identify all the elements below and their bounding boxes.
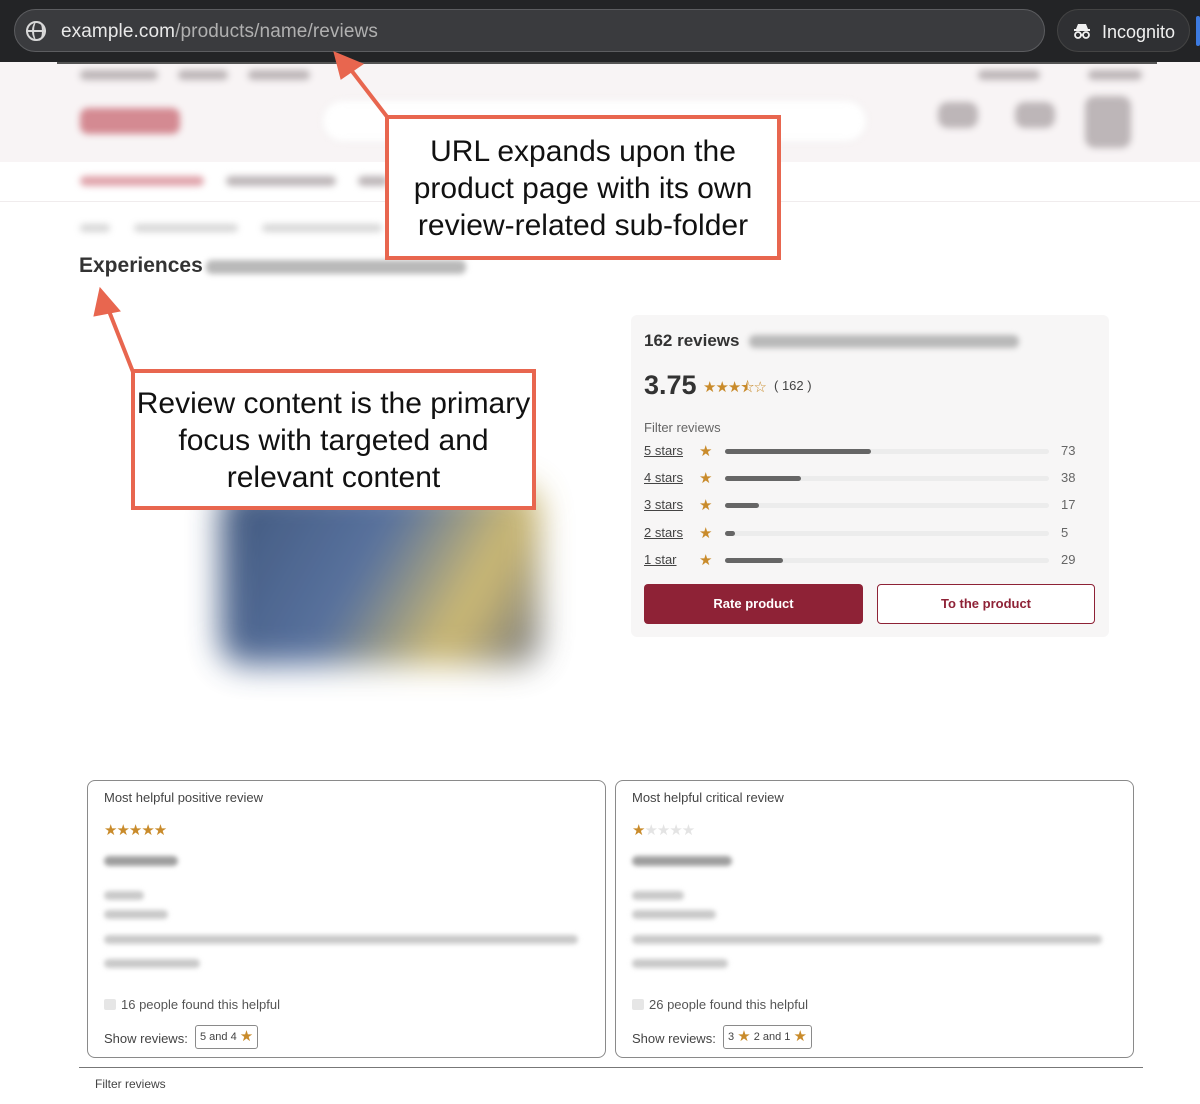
nav-item[interactable] [358, 176, 388, 186]
blurred-product-name [206, 260, 466, 274]
star-icon: ★ [699, 552, 713, 569]
rating-bar [725, 476, 1049, 481]
reviews-heading: 162 reviews [644, 331, 740, 350]
show-reviews-chip[interactable]: 3 ★ 2 and 1 ★ [723, 1025, 812, 1049]
url-annotation: URL expands upon the product page with i… [385, 115, 781, 260]
critical-review-title: Most helpful critical review [632, 790, 784, 805]
incognito-icon [1074, 24, 1090, 39]
rating-filter-row[interactable]: 2 stars ★ 5 [644, 524, 1096, 544]
breadcrumb-item[interactable] [80, 224, 110, 232]
blurred-reviewer [104, 891, 144, 900]
star-icon: ★ [239, 1028, 254, 1045]
url-text[interactable]: example.com/products/name/reviews [61, 21, 378, 43]
header-top-rule [57, 62, 1157, 64]
breadcrumb-item[interactable] [262, 224, 382, 232]
star-icon: ★ [737, 1028, 751, 1045]
review-count: ( 162 ) [774, 378, 812, 393]
rating-filter-row[interactable]: 3 stars ★ 17 [644, 496, 1096, 516]
browser-toolbar: example.com/products/name/reviews Incogn… [0, 0, 1200, 62]
rating-count: 73 [1061, 443, 1076, 458]
star-icon: ★ [699, 497, 713, 514]
blurred-top-link[interactable] [978, 70, 1040, 80]
blurred-show-more [104, 959, 200, 968]
blurred-review-headline [632, 856, 732, 866]
blurred-show-more [632, 959, 728, 968]
site-logo[interactable] [80, 108, 180, 134]
blurred-review-headline [104, 856, 178, 866]
content-annotation: Review content is the primary focus with… [131, 369, 536, 510]
blurred-top-link[interactable] [1088, 70, 1142, 80]
positive-review-card: Most helpful positive review ★★★★★ 16 pe… [87, 780, 606, 1058]
address-bar[interactable]: example.com/products/name/reviews [14, 9, 1045, 52]
star-icon: ★ [793, 1028, 807, 1045]
globe-icon[interactable] [26, 21, 46, 41]
content-arrow-head [93, 286, 121, 317]
filter-reviews-footer: Filter reviews [95, 1077, 166, 1091]
rate-product-button[interactable]: Rate product [644, 584, 863, 624]
account-icon[interactable] [938, 102, 978, 128]
nav-item[interactable] [80, 176, 204, 186]
critical-review-card: Most helpful critical review ★★★★★ 26 pe… [615, 780, 1134, 1058]
star-icon: ★ [699, 525, 713, 542]
average-stars-icon: ★★★⯪☆ [703, 379, 767, 396]
show-reviews-label: Show reviews: [104, 1031, 188, 1046]
page-title: Experiences [79, 254, 203, 277]
rating-filter-link[interactable]: 5 stars [644, 443, 683, 458]
five-stars-icon: ★★★★★ [104, 822, 167, 839]
window-edge [1196, 16, 1200, 46]
rating-filter-row[interactable]: 5 stars ★ 73 [644, 442, 1096, 462]
star-icon: ★ [699, 443, 713, 460]
star-icon: ★ [699, 470, 713, 487]
show-reviews-chip[interactable]: 5 and 4 ★ [195, 1025, 259, 1049]
blurred-top-link[interactable] [80, 70, 158, 80]
incognito-label: Incognito [1102, 22, 1176, 42]
rating-filter-row[interactable]: 1 star ★ 29 [644, 551, 1096, 571]
thumbs-up-icon[interactable] [632, 999, 644, 1010]
rating-count: 38 [1061, 470, 1076, 485]
reviews-summary-card: 162 reviews 3.75 ★★★⯪☆ ( 162 ) Filter re… [631, 315, 1109, 637]
rating-filter-link[interactable]: 2 stars [644, 525, 683, 540]
blurred-review-text [632, 935, 1102, 944]
to-product-button[interactable]: To the product [877, 584, 1095, 624]
helpful-count: 26 people found this helpful [632, 997, 808, 1012]
cart-icon[interactable] [1085, 96, 1131, 148]
show-reviews-label: Show reviews: [632, 1031, 716, 1046]
blurred-reviewer [632, 891, 684, 900]
average-rating: 3.75 [644, 370, 697, 400]
url-host: example.com [61, 21, 176, 42]
incognito-button[interactable]: Incognito [1057, 9, 1190, 52]
rating-count: 5 [1061, 525, 1069, 540]
blurred-review-text [104, 935, 578, 944]
rating-bar [725, 503, 1049, 508]
rating-filter-row[interactable]: 4 stars ★ 38 [644, 469, 1096, 489]
rating-bar [725, 558, 1049, 563]
rating-filter-link[interactable]: 3 stars [644, 497, 683, 512]
blurred-date [632, 910, 716, 919]
wishlist-icon[interactable] [1015, 102, 1055, 128]
blurred-top-link[interactable] [178, 70, 228, 80]
rating-count: 17 [1061, 497, 1076, 512]
rating-count: 29 [1061, 552, 1076, 567]
url-path: /products/name/reviews [175, 21, 378, 42]
thumbs-up-icon[interactable] [104, 999, 116, 1010]
positive-review-title: Most helpful positive review [104, 790, 263, 805]
blurred-heading-suffix [749, 335, 1019, 348]
divider [79, 1067, 1143, 1068]
rating-filter-link[interactable]: 1 star [644, 552, 677, 567]
one-star-icon: ★★★★★ [632, 822, 695, 839]
rating-filter-link[interactable]: 4 stars [644, 470, 683, 485]
helpful-count: 16 people found this helpful [104, 997, 280, 1012]
nav-item[interactable] [226, 176, 336, 186]
blurred-top-link[interactable] [248, 70, 310, 80]
filter-reviews-label: Filter reviews [644, 420, 721, 435]
breadcrumb-item[interactable] [134, 224, 238, 232]
rating-bar [725, 531, 1049, 536]
blurred-date [104, 910, 168, 919]
rating-bar [725, 449, 1049, 454]
